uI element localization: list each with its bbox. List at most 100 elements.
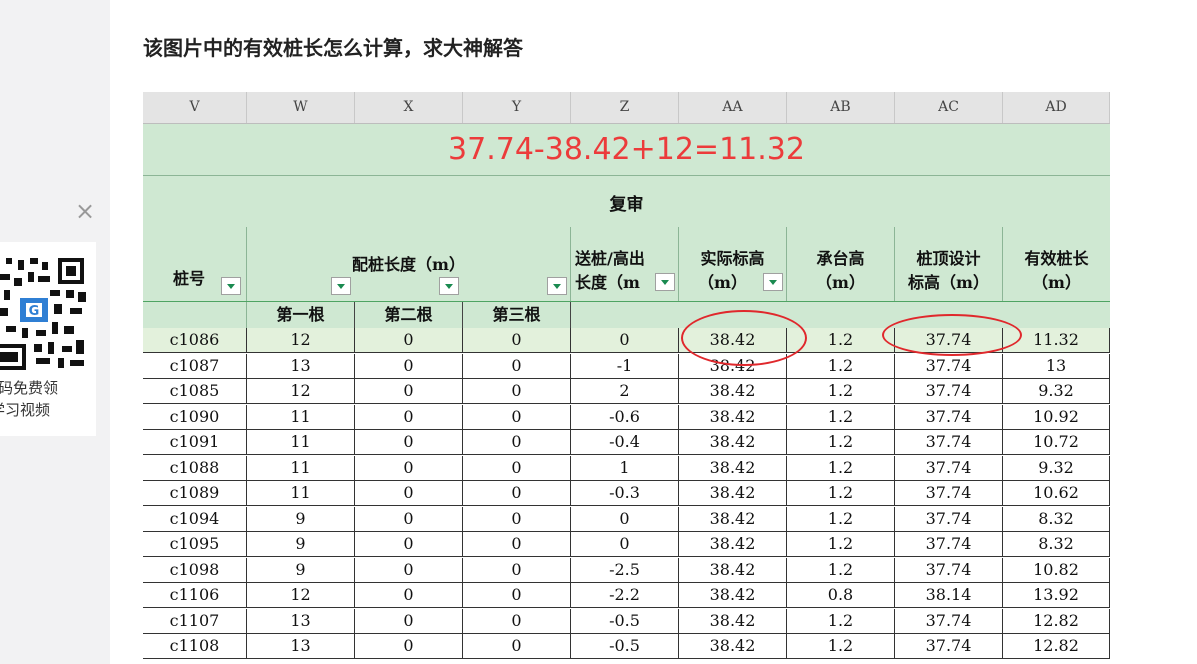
table-cell: 11 [247,481,355,506]
table-cell: 1.2 [787,557,895,583]
subheader-first: 第一根 [247,302,355,328]
header-design-elevation: 桩顶设计 标高（m） [895,227,1003,301]
table-cell: 0 [355,557,463,583]
table-cell: -2.2 [571,583,679,608]
table-cell: 11 [247,404,355,430]
header-label: 长度（m [575,273,640,292]
table-cell: 0 [355,532,463,557]
header-label: （m） [1032,273,1081,292]
filter-dropdown-icon[interactable] [331,277,351,295]
qr-code-icon: G [0,250,90,374]
table-cell: 1.2 [787,608,895,634]
qr-promo-line1: 码免费领 [0,379,59,397]
table-cell: 37.74 [895,481,1003,506]
table-cell: 10.92 [1003,404,1110,430]
header-label: 实际标高 [700,249,765,268]
formula-banner: 37.74-38.42+12=11.32 [143,124,1110,176]
table-cell: c1108 [143,634,247,659]
review-title: 复审 [609,195,644,215]
table-cell: 0 [463,481,571,506]
table-cell: 10.62 [1003,481,1110,506]
column-header-bar: V W X Y Z AA AB AC AD [143,92,1110,124]
table-row: c1087 13 0 0 -1 38.42 1.2 37.74 13 [143,353,1110,379]
table-cell: 38.42 [679,481,787,506]
filter-dropdown-icon[interactable] [763,273,783,291]
header-effective-length: 有效桩长 （m） [1003,227,1110,301]
table-cell: 1.2 [787,481,895,506]
table-row: c1091 11 0 0 -0.4 38.42 1.2 37.74 10.72 [143,430,1110,455]
svg-text:G: G [29,304,40,319]
table-cell: 0 [571,506,679,532]
filter-dropdown-icon[interactable] [547,277,567,295]
table-cell: 11 [247,455,355,481]
annotation-circle-actual-elevation [681,310,807,366]
spreadsheet-image: V W X Y Z AA AB AC AD 37.74-38.42+12=11.… [143,92,1110,664]
table-cell: 0 [463,506,571,532]
table-cell: -0.4 [571,430,679,455]
table-cell: 38.42 [679,430,787,455]
table-cell: -0.3 [571,481,679,506]
column-header: Z [571,92,679,123]
table-cell: 0 [355,328,463,353]
table-cell: 38.14 [895,583,1003,608]
table-cell: -2.5 [571,557,679,583]
table-cell: 9.32 [1003,455,1110,481]
table-row: c1085 12 0 0 2 38.42 1.2 37.74 9.32 [143,379,1110,404]
table-cell: 10.82 [1003,557,1110,583]
table-cell: 1.2 [787,353,895,379]
table-cell: 37.74 [895,455,1003,481]
table-cell: c1094 [143,506,247,532]
filter-dropdown-icon[interactable] [221,277,241,295]
column-header: Y [463,92,571,123]
table-row: c1098 9 0 0 -2.5 38.42 1.2 37.74 10.82 [143,557,1110,583]
table-cell: 38.42 [679,557,787,583]
subheader-second: 第二根 [355,302,463,328]
table-cell: 12.82 [1003,634,1110,659]
table-cell: 1.2 [787,634,895,659]
table-cell: 38.42 [679,532,787,557]
table-cell: 9.32 [1003,379,1110,404]
filter-dropdown-icon[interactable] [439,277,459,295]
qr-promo-card[interactable]: G 码免费领 学习视频 [0,242,96,436]
header-label: 有效桩长 [1024,249,1089,268]
table-cell: 38.42 [679,506,787,532]
table-cell: 2 [571,379,679,404]
table-cell: 1.2 [787,506,895,532]
column-header: V [143,92,247,123]
post-title: 该图片中的有效桩长怎么计算，求大神解答 [143,36,523,60]
header-pile-length: 配桩长度（m） [247,227,571,301]
table-cell: 0 [355,404,463,430]
table-cell: c1085 [143,379,247,404]
column-header: AA [679,92,787,123]
close-icon[interactable]: × [74,199,96,223]
table-cell: 38.42 [679,455,787,481]
table-cell: 12 [247,328,355,353]
table-row: c1089 11 0 0 -0.3 38.42 1.2 37.74 10.62 [143,481,1110,506]
table-cell: 0 [463,634,571,659]
table-cell: 0 [355,608,463,634]
table-cell: -1 [571,353,679,379]
table-cell: c1090 [143,404,247,430]
table-cell: 0 [463,557,571,583]
table-cell: 1.2 [787,379,895,404]
table-cell: 11 [247,430,355,455]
table-cell: 37.74 [895,557,1003,583]
table-cell: 0 [463,328,571,353]
header-label: 标高（m） [908,273,989,292]
table-row: c1095 9 0 0 0 38.42 1.2 37.74 8.32 [143,532,1110,557]
table-header: 桩号 配桩长度（m） 送桩/高出 长度（m 实际标高 （m） 承台高 （m） 桩… [143,227,1110,301]
table-cell: 1.2 [787,532,895,557]
table-cell: 0.8 [787,583,895,608]
table-cell: 38.42 [679,404,787,430]
header-label: 桩号 [173,269,206,288]
table-cell: 37.74 [895,353,1003,379]
table-cell: 12 [247,379,355,404]
table-row: c1088 11 0 0 1 38.42 1.2 37.74 9.32 [143,455,1110,481]
table-cell: 9 [247,532,355,557]
table-row: c1106 12 0 0 -2.2 38.42 0.8 38.14 13.92 [143,583,1110,608]
table-cell: c1086 [143,328,247,353]
table-cell: 37.74 [895,430,1003,455]
column-header: W [247,92,355,123]
table-cell: 0 [355,455,463,481]
subheader-third: 第三根 [463,302,571,328]
